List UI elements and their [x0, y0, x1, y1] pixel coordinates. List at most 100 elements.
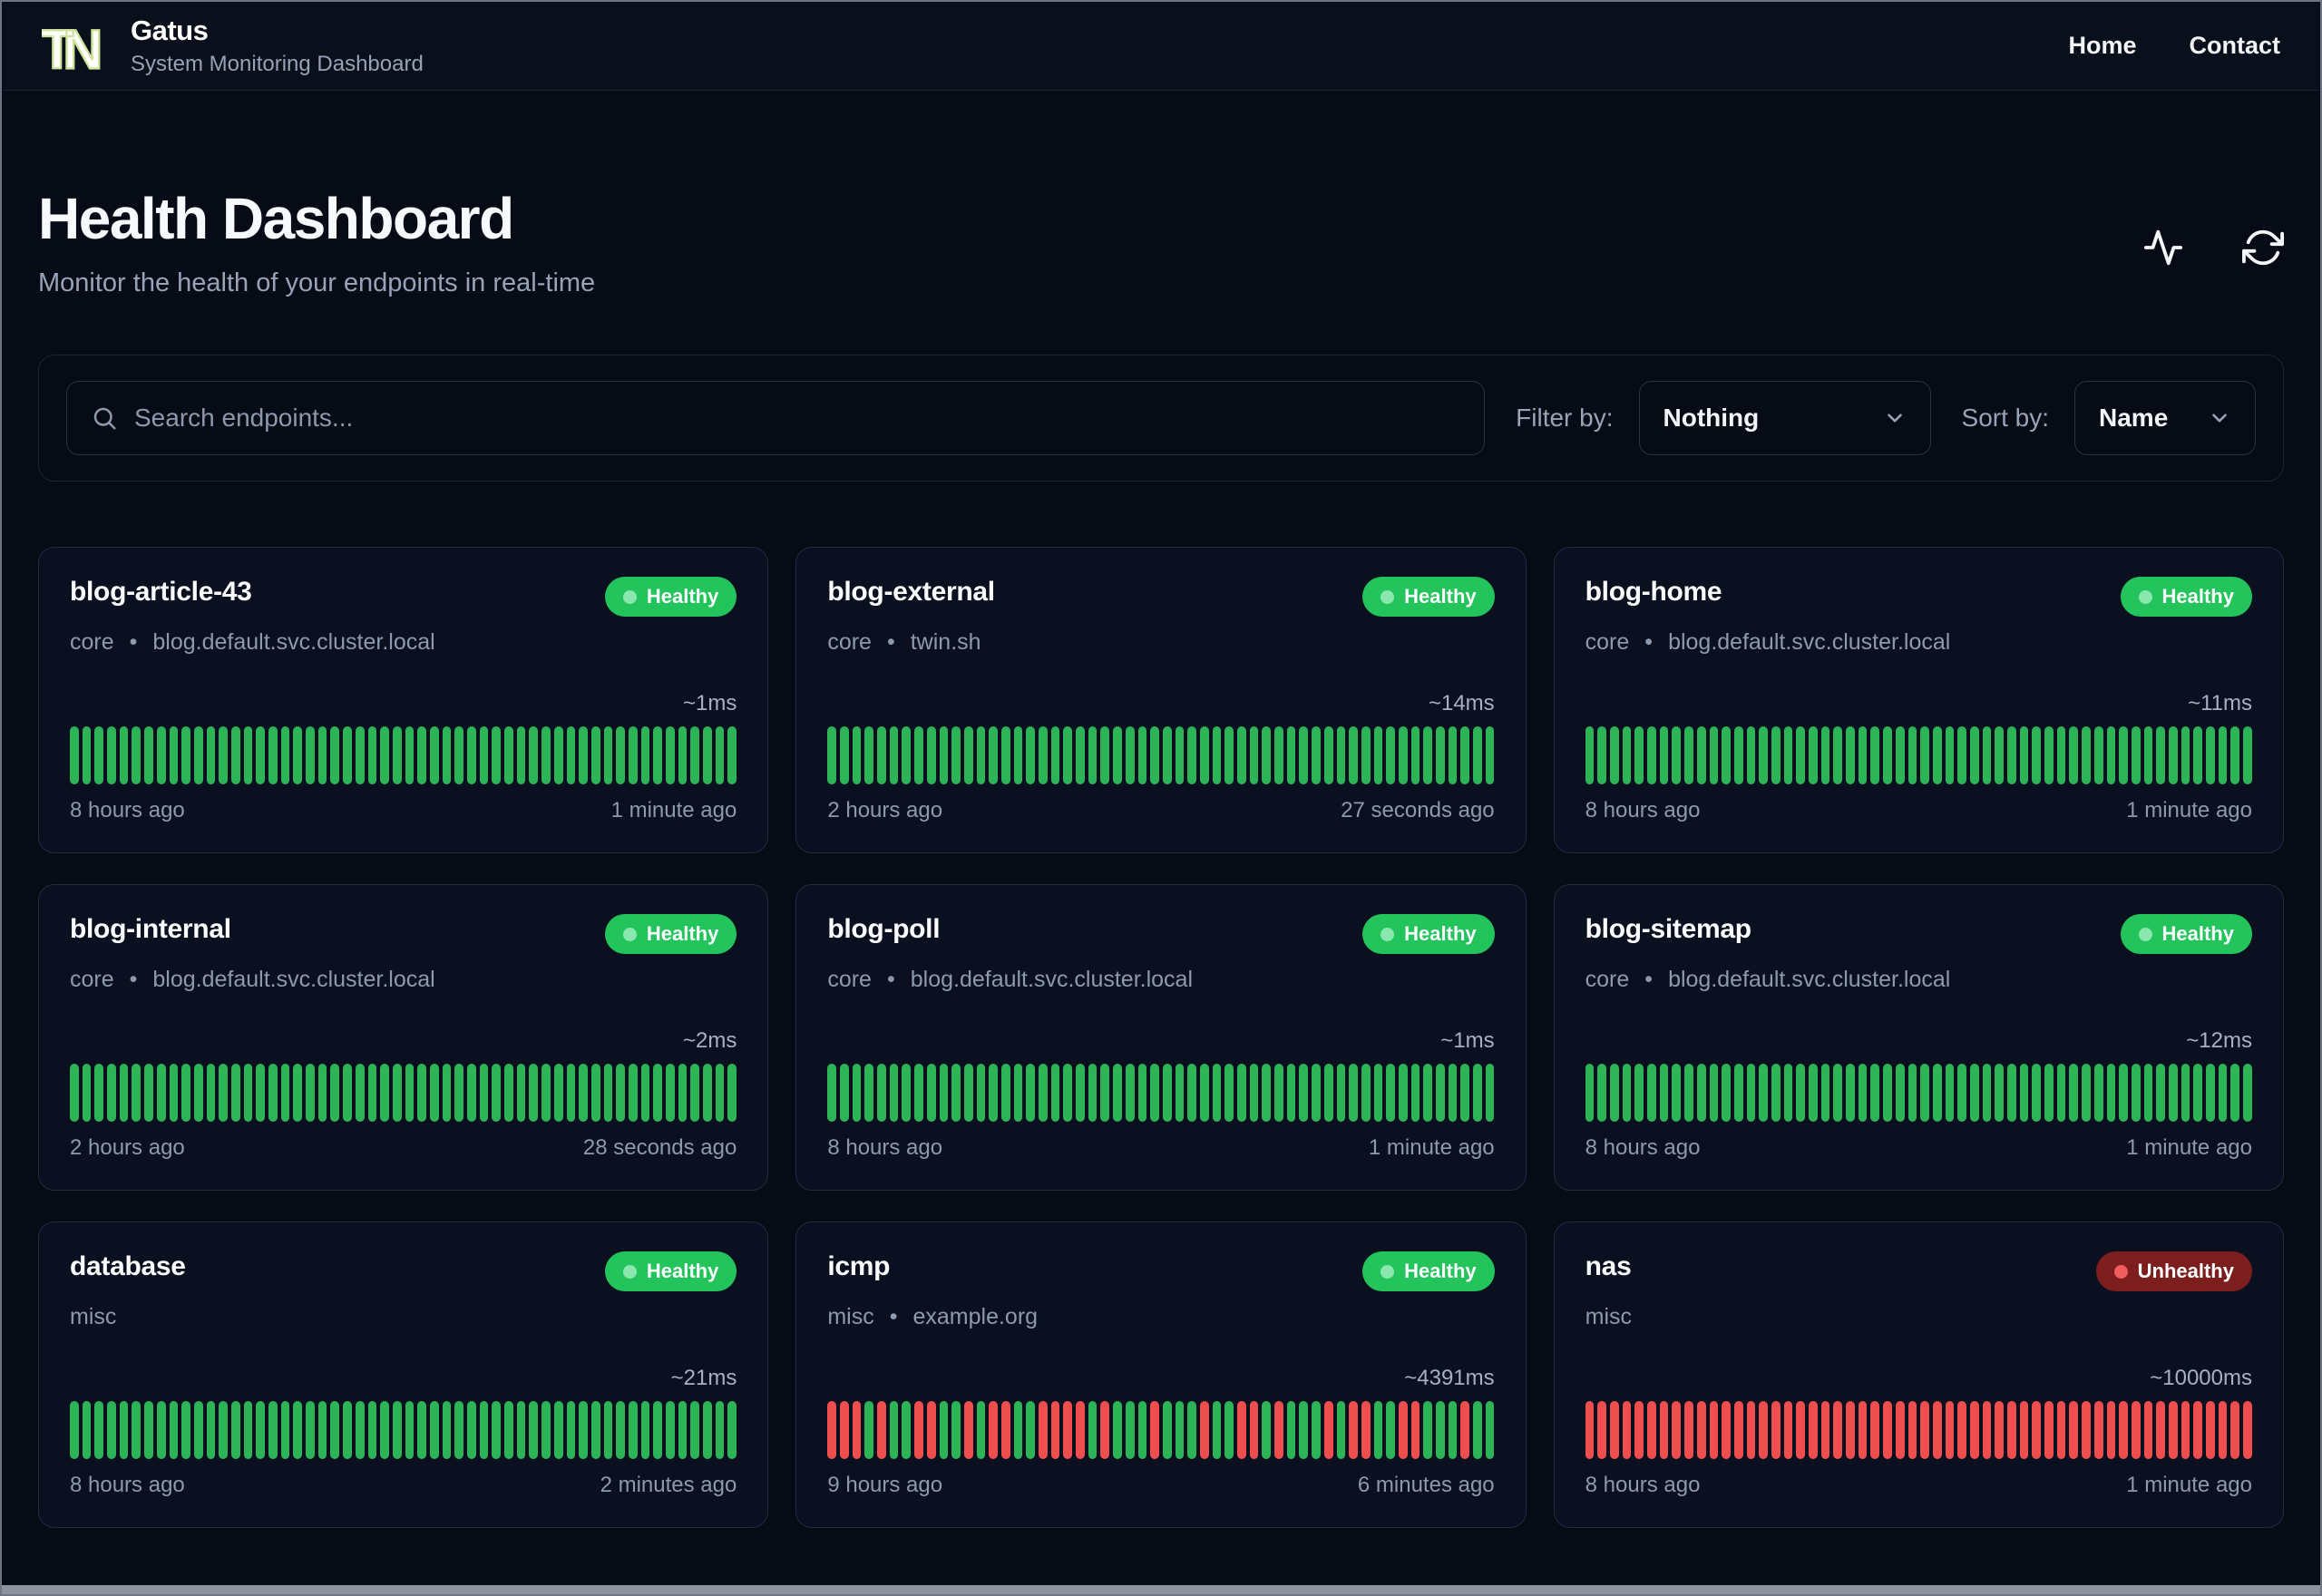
- uptime-bar[interactable]: [355, 1064, 365, 1122]
- uptime-bar[interactable]: [2106, 1401, 2116, 1459]
- uptime-bar[interactable]: [1672, 726, 1682, 784]
- uptime-bar[interactable]: [132, 1401, 141, 1459]
- uptime-bar[interactable]: [1274, 726, 1283, 784]
- uptime-bar[interactable]: [1809, 1064, 1818, 1122]
- uptime-bar[interactable]: [640, 1401, 650, 1459]
- uptime-bars[interactable]: [70, 1064, 737, 1122]
- uptime-bar[interactable]: [1398, 1064, 1408, 1122]
- uptime-bars[interactable]: [827, 1401, 1495, 1459]
- uptime-bar[interactable]: [2032, 1064, 2042, 1122]
- uptime-bar[interactable]: [1733, 1064, 1743, 1122]
- uptime-bar[interactable]: [144, 726, 153, 784]
- uptime-bar[interactable]: [516, 1401, 526, 1459]
- uptime-bar[interactable]: [1100, 1064, 1110, 1122]
- uptime-bar[interactable]: [504, 726, 513, 784]
- uptime-bar[interactable]: [169, 726, 179, 784]
- uptime-bar[interactable]: [144, 1401, 153, 1459]
- uptime-bar[interactable]: [889, 1401, 899, 1459]
- uptime-bar[interactable]: [392, 1401, 402, 1459]
- search-input[interactable]: [134, 404, 1461, 433]
- endpoint-card[interactable]: icmp Healthy misc • example.org ~4391ms …: [795, 1221, 1527, 1528]
- uptime-bar[interactable]: [2032, 726, 2042, 784]
- uptime-bar[interactable]: [1262, 1064, 1272, 1122]
- uptime-bar[interactable]: [963, 726, 973, 784]
- uptime-bar[interactable]: [1783, 726, 1793, 784]
- uptime-bar[interactable]: [1039, 1064, 1048, 1122]
- uptime-bar[interactable]: [1696, 1064, 1706, 1122]
- uptime-bar[interactable]: [1846, 1064, 1855, 1122]
- uptime-bar[interactable]: [1945, 1064, 1955, 1122]
- uptime-bar[interactable]: [206, 1064, 216, 1122]
- uptime-bar[interactable]: [1622, 726, 1632, 784]
- uptime-bar[interactable]: [2218, 726, 2228, 784]
- uptime-bar[interactable]: [1100, 1401, 1110, 1459]
- uptime-bar[interactable]: [1212, 726, 1222, 784]
- uptime-bar[interactable]: [1485, 726, 1495, 784]
- uptime-bar[interactable]: [256, 726, 265, 784]
- uptime-bar[interactable]: [715, 1064, 725, 1122]
- uptime-bar[interactable]: [1175, 1401, 1185, 1459]
- uptime-bar[interactable]: [1995, 1401, 2005, 1459]
- uptime-bar[interactable]: [219, 1401, 228, 1459]
- uptime-bar[interactable]: [1957, 1401, 1966, 1459]
- uptime-bar[interactable]: [640, 726, 650, 784]
- uptime-bar[interactable]: [1858, 1401, 1868, 1459]
- uptime-bar[interactable]: [1796, 1401, 1806, 1459]
- uptime-bar[interactable]: [976, 1401, 986, 1459]
- uptime-bar[interactable]: [1659, 1401, 1669, 1459]
- uptime-bar[interactable]: [1460, 1064, 1470, 1122]
- uptime-bar[interactable]: [1125, 1064, 1135, 1122]
- uptime-bar[interactable]: [590, 1064, 600, 1122]
- uptime-bar[interactable]: [2143, 1064, 2153, 1122]
- uptime-bar[interactable]: [1224, 1401, 1234, 1459]
- uptime-bar[interactable]: [2230, 1401, 2240, 1459]
- uptime-bar[interactable]: [1846, 726, 1855, 784]
- uptime-bar[interactable]: [1373, 1401, 1383, 1459]
- uptime-bar[interactable]: [541, 1401, 551, 1459]
- uptime-bar[interactable]: [603, 1064, 613, 1122]
- uptime-bar[interactable]: [1000, 726, 1010, 784]
- uptime-bar[interactable]: [1809, 1401, 1818, 1459]
- uptime-bar[interactable]: [405, 1064, 415, 1122]
- uptime-bar[interactable]: [914, 1401, 923, 1459]
- uptime-bar[interactable]: [1995, 1064, 2005, 1122]
- uptime-bar[interactable]: [653, 1401, 662, 1459]
- uptime-bar[interactable]: [579, 1401, 588, 1459]
- uptime-bar[interactable]: [1846, 1401, 1855, 1459]
- uptime-bar[interactable]: [703, 1401, 712, 1459]
- uptime-bar[interactable]: [2119, 1401, 2128, 1459]
- uptime-bar[interactable]: [1274, 1064, 1283, 1122]
- uptime-bar[interactable]: [703, 726, 712, 784]
- uptime-bar[interactable]: [877, 1401, 886, 1459]
- uptime-bar[interactable]: [1722, 1064, 1731, 1122]
- uptime-bar[interactable]: [2181, 1401, 2190, 1459]
- uptime-bar[interactable]: [1920, 1064, 1929, 1122]
- uptime-bar[interactable]: [1820, 1401, 1830, 1459]
- uptime-bar[interactable]: [355, 726, 365, 784]
- uptime-bar[interactable]: [951, 726, 961, 784]
- uptime-bar[interactable]: [2032, 1401, 2042, 1459]
- uptime-bar[interactable]: [666, 726, 675, 784]
- uptime-bar[interactable]: [628, 1064, 638, 1122]
- uptime-bar[interactable]: [1672, 1064, 1682, 1122]
- uptime-bar[interactable]: [1696, 726, 1706, 784]
- uptime-bar[interactable]: [2056, 1401, 2066, 1459]
- uptime-bars[interactable]: [1585, 1401, 2252, 1459]
- uptime-bar[interactable]: [1820, 726, 1830, 784]
- uptime-bar[interactable]: [1982, 1401, 1992, 1459]
- uptime-bar[interactable]: [628, 1401, 638, 1459]
- uptime-bar[interactable]: [1659, 726, 1669, 784]
- uptime-bar[interactable]: [1076, 1401, 1085, 1459]
- uptime-bar[interactable]: [1125, 1401, 1135, 1459]
- uptime-bar[interactable]: [640, 1064, 650, 1122]
- uptime-bar[interactable]: [1274, 1401, 1283, 1459]
- uptime-bar[interactable]: [1013, 726, 1023, 784]
- uptime-bar[interactable]: [1696, 1401, 1706, 1459]
- uptime-bar[interactable]: [94, 1401, 104, 1459]
- uptime-bar[interactable]: [1312, 726, 1321, 784]
- uptime-bar[interactable]: [268, 1064, 278, 1122]
- app-logo[interactable]: TN Gatus System Monitoring Dashboard: [42, 5, 424, 87]
- uptime-bar[interactable]: [840, 1064, 849, 1122]
- uptime-bar[interactable]: [256, 1401, 265, 1459]
- uptime-bar[interactable]: [1137, 1401, 1147, 1459]
